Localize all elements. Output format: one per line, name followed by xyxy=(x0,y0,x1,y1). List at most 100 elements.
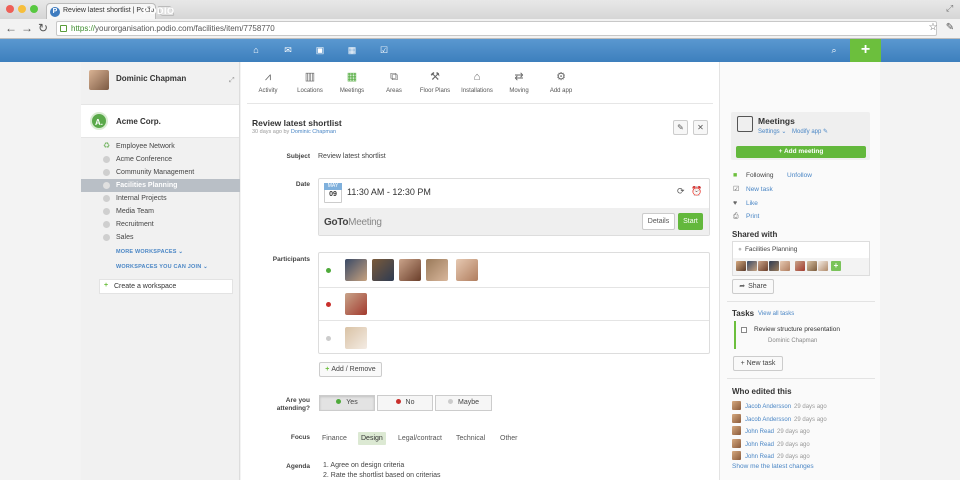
like-link[interactable]: ♥ Like xyxy=(733,199,758,209)
member-avatar[interactable] xyxy=(780,261,790,271)
add-meeting-button[interactable]: + Add meeting xyxy=(736,146,866,158)
close-window-button[interactable] xyxy=(6,5,14,13)
collapse-icon[interactable]: ⤢ xyxy=(229,77,235,85)
contacts-icon[interactable]: ▣ xyxy=(313,44,327,57)
reload-icon[interactable]: ↻ xyxy=(36,21,50,35)
forward-arrow-icon[interactable]: → xyxy=(20,21,34,35)
participant-avatar[interactable] xyxy=(372,259,394,281)
sidebar-item-recruitment[interactable]: Recruitment xyxy=(81,218,240,231)
user-avatar[interactable] xyxy=(89,70,109,90)
view-all-tasks-link[interactable]: View all tasks xyxy=(758,311,794,317)
member-avatar[interactable] xyxy=(807,261,817,271)
tab-title: Review latest shortlist | Podio xyxy=(63,7,155,14)
back-arrow-icon[interactable]: ← xyxy=(4,21,18,35)
new-task-button[interactable]: + New task xyxy=(733,356,783,371)
add-member-button[interactable]: + xyxy=(831,261,841,271)
more-workspaces-link[interactable]: MORE WORKSPACES ⌄ xyxy=(116,249,183,255)
editor-name[interactable]: Jacob Andersson xyxy=(745,417,791,423)
editor-name[interactable]: Jacob Andersson xyxy=(745,404,791,410)
attending-yes-button[interactable]: Yes xyxy=(319,395,375,411)
home-icon[interactable]: ⌂ xyxy=(249,44,263,57)
member-avatar[interactable] xyxy=(769,261,779,271)
participant-avatar[interactable] xyxy=(399,259,421,281)
modify-app-link[interactable]: Modify app ✎ xyxy=(792,128,828,135)
sidebar-item-acme-conference[interactable]: Acme Conference xyxy=(81,153,240,166)
bookmark-star-icon[interactable]: ☆ xyxy=(926,21,940,35)
create-workspace-button[interactable]: + Create a workspace xyxy=(99,279,233,294)
task-checkbox[interactable] xyxy=(741,327,747,333)
divider xyxy=(319,320,709,321)
participant-avatar[interactable] xyxy=(345,259,367,281)
editor-name[interactable]: John Read xyxy=(745,442,774,448)
print-link[interactable]: ⎙ Print xyxy=(733,212,759,222)
focus-option-finance[interactable]: Finance xyxy=(319,432,350,445)
sidebar-item-community-management[interactable]: Community Management xyxy=(81,166,240,179)
start-button[interactable]: Start xyxy=(678,213,703,230)
mail-icon[interactable]: ✉ xyxy=(281,44,295,57)
app-label: Locations xyxy=(297,88,323,94)
sidebar-item-media-team[interactable]: Media Team xyxy=(81,205,240,218)
workspace-icon xyxy=(103,234,110,241)
member-avatar[interactable] xyxy=(736,261,746,271)
sidebar-item-facilities-planning[interactable]: Facilities Planning xyxy=(81,179,240,192)
focus-option-design[interactable]: Design xyxy=(358,432,386,445)
minimize-window-button[interactable] xyxy=(18,5,26,13)
attending-maybe-button[interactable]: Maybe xyxy=(435,395,492,411)
share-button[interactable]: ➦ Share xyxy=(732,279,774,294)
maximize-window-button[interactable] xyxy=(30,5,38,13)
global-add-button[interactable]: + xyxy=(850,39,881,62)
window-resize-icon[interactable]: ⤢ xyxy=(946,3,953,14)
member-avatar[interactable] xyxy=(795,261,805,271)
calendar-icon[interactable]: ▦ xyxy=(345,44,359,57)
settings-link[interactable]: Settings ⌄ xyxy=(758,128,786,135)
app-title[interactable]: Meetings xyxy=(758,116,795,126)
participant-avatar[interactable] xyxy=(456,259,478,281)
user-name[interactable]: Dominic Chapman xyxy=(116,74,186,83)
focus-option-technical[interactable]: Technical xyxy=(453,432,488,445)
editor-name[interactable]: John Read xyxy=(745,454,774,460)
app-activity[interactable]: ⩘ Activity xyxy=(248,70,288,94)
add-remove-participants-button[interactable]: + Add / Remove xyxy=(319,362,382,377)
app-locations[interactable]: ▥ Locations xyxy=(290,70,330,94)
url-field[interactable]: https://yourorganisation.podio.com/facil… xyxy=(56,21,937,36)
edit-item-button[interactable]: ✎ xyxy=(673,120,688,135)
podio-logo[interactable]: PODIO xyxy=(143,6,175,16)
member-avatar[interactable] xyxy=(747,261,757,271)
show-latest-changes-link[interactable]: Show me the latest changes xyxy=(732,463,814,470)
wrench-icon[interactable]: ✎ xyxy=(943,21,957,35)
sidebar-item-sales[interactable]: Sales xyxy=(81,231,240,244)
shared-workspace[interactable]: ● Facilities Planning xyxy=(738,246,797,253)
app-areas[interactable]: ⧉ Areas xyxy=(374,70,414,94)
attending-no-button[interactable]: No xyxy=(377,395,433,411)
focus-option-legal[interactable]: Legal/contract xyxy=(395,432,445,445)
sidebar-item-employee-network[interactable]: ♻ Employee Network xyxy=(81,140,240,153)
unfollow-link[interactable]: Unfollow xyxy=(787,171,812,181)
participant-avatar[interactable] xyxy=(345,327,367,349)
member-avatar[interactable] xyxy=(818,261,828,271)
app-add-app[interactable]: ⚙ Add app xyxy=(541,70,581,94)
task-title[interactable]: Review structure presentation xyxy=(754,326,840,333)
participant-avatar[interactable] xyxy=(426,259,448,281)
focus-option-other[interactable]: Other xyxy=(497,432,521,445)
browser-tab[interactable]: P Review latest shortlist | Podio × xyxy=(46,3,156,19)
tasks-icon[interactable]: ☑ xyxy=(377,44,391,57)
search-icon[interactable]: ⌕ xyxy=(827,44,841,57)
alarm-icon[interactable]: ⏰ xyxy=(691,186,702,197)
app-installations[interactable]: ⌂ Installations xyxy=(457,70,497,94)
participant-avatar[interactable] xyxy=(345,293,367,315)
app-moving[interactable]: ⇄ Moving xyxy=(499,70,539,94)
editor-name[interactable]: John Read xyxy=(745,429,774,435)
new-task-link[interactable]: ☑ New task xyxy=(733,185,773,195)
app-floor-plans[interactable]: ⚒ Floor Plans xyxy=(415,70,455,94)
sidebar-item-internal-projects[interactable]: Internal Projects xyxy=(81,192,240,205)
meta-author-link[interactable]: Dominic Chapman xyxy=(291,129,336,135)
close-item-button[interactable]: ✕ xyxy=(693,120,708,135)
app-meetings[interactable]: ▦ Meetings xyxy=(332,70,372,94)
details-button[interactable]: Details xyxy=(642,213,675,230)
divider xyxy=(727,301,875,302)
join-workspaces-link[interactable]: WORKSPACES YOU CAN JOIN ⌄ xyxy=(116,264,208,270)
member-avatar[interactable] xyxy=(758,261,768,271)
divider xyxy=(727,378,875,379)
sync-icon[interactable]: ⟳ xyxy=(677,186,685,197)
org-name[interactable]: Acme Corp. xyxy=(116,117,161,126)
